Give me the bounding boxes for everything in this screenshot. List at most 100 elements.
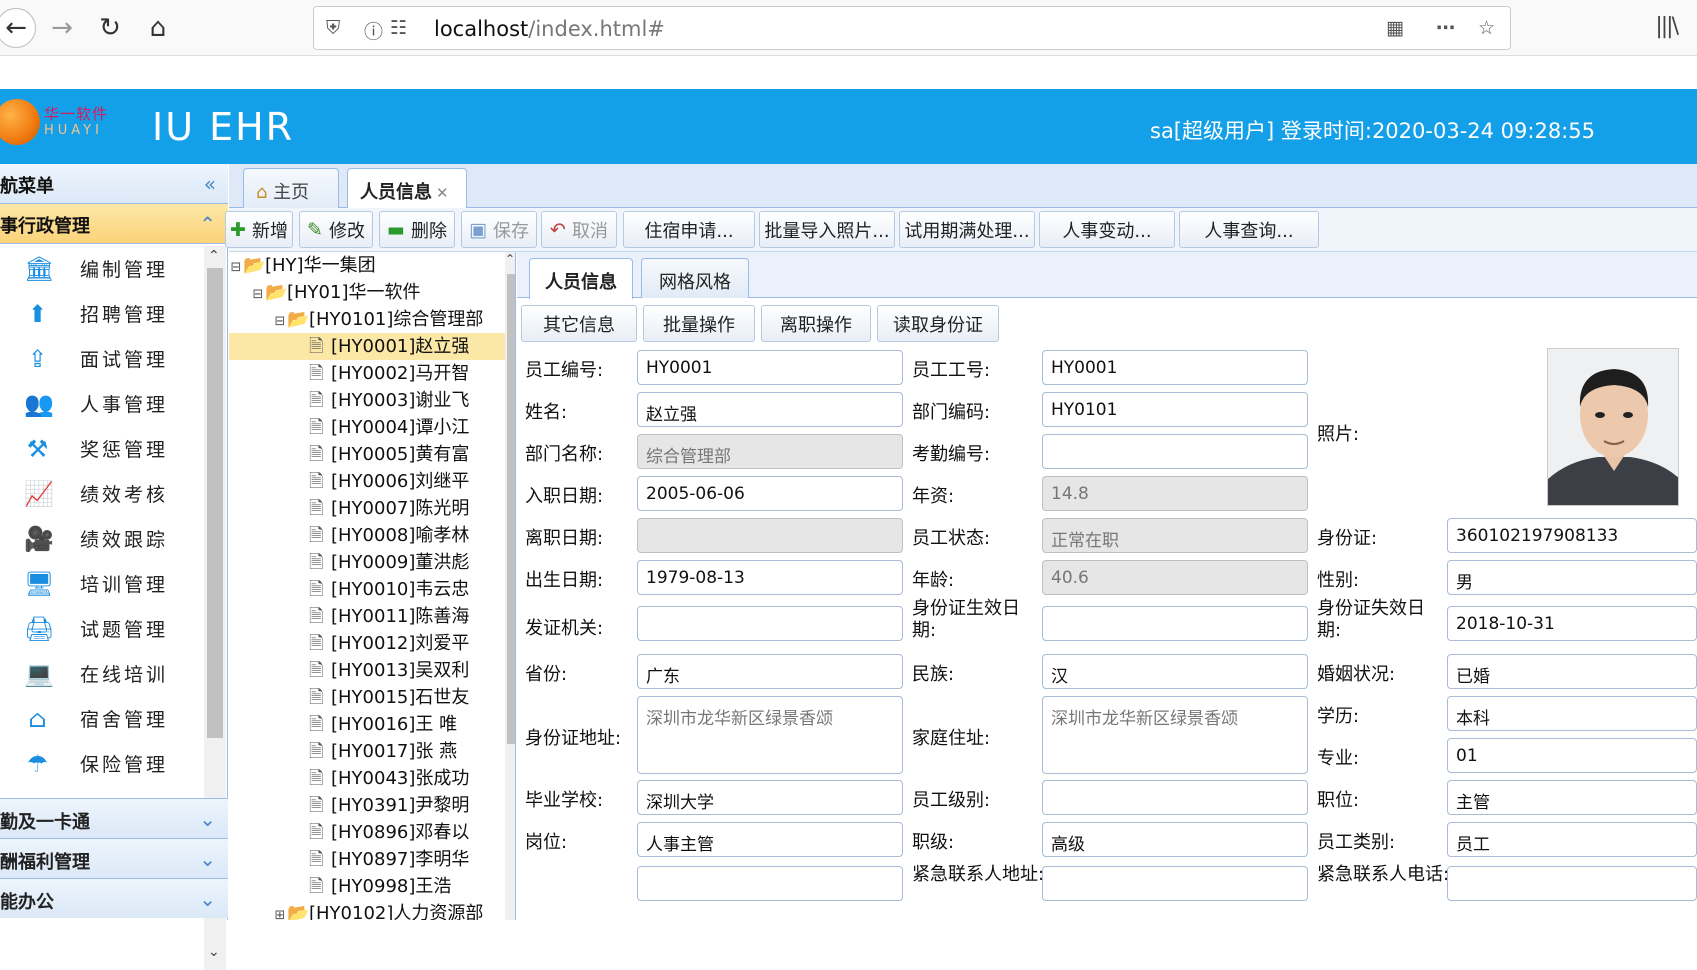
tree-folder-node[interactable]: ⊟📂[HY01]华一软件 [229, 279, 505, 306]
tree-employee-node[interactable]: 🗎 [HY0013]吴双利 [229, 657, 505, 684]
tree-employee-node[interactable]: 🗎 [HY0011]陈善海 [229, 603, 505, 630]
major-field[interactable]: 01 [1447, 738, 1697, 773]
birth-date-field[interactable]: 1979-08-13 [637, 560, 903, 595]
chevron-down-icon[interactable]: ⌄ [199, 847, 216, 871]
position-field[interactable]: 主管 [1447, 780, 1697, 815]
emergency-address-field[interactable] [1042, 866, 1308, 901]
employee-photo[interactable] [1547, 348, 1679, 506]
home-address-field[interactable]: 深圳市龙华新区绿景香颂 [1042, 696, 1308, 774]
sidebar-item[interactable]: 👥 人事管理 [0, 381, 204, 426]
nav-section-attendance[interactable]: 考勤及一卡通 ⌄ [0, 798, 228, 838]
personnel-change-button[interactable]: 人事变动... [1039, 211, 1175, 248]
emp-category-field[interactable]: 员工 [1447, 822, 1697, 857]
chevron-down-icon[interactable]: ⌄ [199, 887, 216, 911]
other-info-button[interactable]: 其它信息 [521, 305, 637, 342]
dept-code-field[interactable]: HY0101 [1042, 392, 1308, 427]
tree-employee-node[interactable]: 🗎 [HY0006]刘继平 [229, 468, 505, 495]
scroll-thumb[interactable] [507, 274, 515, 744]
edit-button[interactable]: ✎ 修改 [299, 211, 373, 248]
url-bar[interactable]: ⛨ ⓘ ☷ localhost/index.html# ▦ ⋯ ☆ [313, 6, 1511, 50]
chevron-up-icon[interactable]: ⌃ [199, 212, 216, 236]
forward-arrow-icon[interactable]: → [44, 10, 80, 46]
add-button[interactable]: ✚ 新增 [225, 211, 293, 248]
sidebar-item[interactable]: ☂ 保险管理 [0, 741, 204, 786]
tree-scrollbar[interactable]: ⌃ [505, 252, 515, 920]
nav-section-salary[interactable]: 薪酬福利管理 ⌄ [0, 838, 228, 878]
sidebar-item[interactable]: ⇪ 面试管理 [0, 336, 204, 381]
tree-employee-node[interactable]: 🗎 [HY0003]谢业飞 [229, 387, 505, 414]
sidebar-item[interactable]: ≡合同管理 [0, 786, 204, 799]
tree-employee-node[interactable]: 🗎 [HY0001]赵立强 [229, 333, 505, 360]
province-field[interactable]: 广东 [637, 654, 903, 689]
id-expire-field[interactable]: 2018-10-31 [1447, 606, 1697, 641]
tree-employee-node[interactable]: 🗎 [HY0010]韦云忠 [229, 576, 505, 603]
more-icon[interactable]: ⋯ [1436, 17, 1455, 39]
nav-section-office[interactable]: 智能办公 ⌄ [0, 878, 228, 918]
save-button[interactable]: ▣ 保存 [461, 211, 537, 248]
tree-employee-node[interactable]: 🗎 [HY0008]喻孝林 [229, 522, 505, 549]
star-icon[interactable]: ☆ [1478, 17, 1495, 39]
tab-person-info[interactable]: 人员信息 [529, 258, 633, 299]
tree-folder-node[interactable]: ⊞📂[HY0102]人力资源部 [229, 900, 505, 920]
expand-toggle-icon[interactable]: ⊟ [229, 254, 243, 281]
dorm-apply-button[interactable]: 住宿申请... [623, 211, 755, 248]
sidebar-item[interactable]: 💻 在线培训 [0, 651, 204, 696]
tree-folder-node[interactable]: ⊟📂[HY0101]综合管理部 [229, 306, 505, 333]
nav-section-header[interactable]: 人事行政管理 ⌃ [0, 204, 228, 244]
sidebar-item[interactable]: ⬆ 招聘管理 [0, 291, 204, 336]
scroll-up-icon[interactable]: ⌃ [208, 248, 220, 264]
education-field[interactable]: 本科 [1447, 696, 1697, 731]
info-icon[interactable]: ⓘ [364, 17, 383, 44]
import-photo-button[interactable]: 批量导入照片... [759, 211, 895, 248]
tree-employee-node[interactable]: 🗎 [HY0017]张 燕 [229, 738, 505, 765]
sidebar-item[interactable]: 📈 绩效考核 [0, 471, 204, 516]
school-field[interactable]: 深圳大学 [637, 780, 903, 815]
emp-level-field[interactable] [1042, 780, 1308, 815]
marital-field[interactable]: 已婚 [1447, 654, 1697, 689]
tree-employee-node[interactable]: 🗎 [HY0897]李明华 [229, 846, 505, 873]
name-field[interactable]: 赵立强 [637, 392, 903, 427]
scroll-thumb[interactable] [207, 268, 223, 738]
batch-operation-button[interactable]: 批量操作 [643, 305, 755, 342]
tree-employee-node[interactable]: 🗎 [HY0005]黄有富 [229, 441, 505, 468]
library-icon[interactable]: |||\ [1655, 14, 1679, 39]
id-valid-field[interactable] [1042, 606, 1308, 641]
qr-code-icon[interactable]: ▦ [1386, 17, 1404, 39]
scroll-down-icon[interactable]: ⌄ [208, 944, 220, 960]
tree-employee-node[interactable]: 🗎 [HY0015]石世友 [229, 684, 505, 711]
tree-employee-node[interactable]: 🗎 [HY0896]邓春以 [229, 819, 505, 846]
expand-toggle-icon[interactable]: ⊞ [273, 902, 287, 920]
id-card-field[interactable]: 360102197908133 [1447, 518, 1697, 553]
cancel-button[interactable]: ↶ 取消 [541, 211, 617, 248]
tab-home[interactable]: ⌂ 主页 [243, 168, 339, 208]
scroll-up-icon[interactable]: ⌃ [505, 252, 515, 266]
sidebar-item[interactable]: 🏛 编制管理 [0, 246, 204, 291]
tree-employee-node[interactable]: 🗎 [HY0012]刘爱平 [229, 630, 505, 657]
tree-folder-node[interactable]: ⊟📂[HY]华一集团 [229, 252, 505, 279]
permissions-icon[interactable]: ☷ [390, 17, 407, 39]
close-icon[interactable]: ✕ [436, 184, 449, 202]
sidebar-item[interactable]: ⌂ 宿舍管理 [0, 696, 204, 741]
expand-toggle-icon[interactable]: ⊟ [251, 281, 265, 308]
collapse-left-icon[interactable]: « [204, 172, 216, 196]
sidebar-item[interactable]: 🖨 试题管理 [0, 606, 204, 651]
id-address-field[interactable]: 深圳市龙华新区绿景香颂 [637, 696, 903, 774]
sidebar-item[interactable]: 🎥 绩效跟踪 [0, 516, 204, 561]
home-icon[interactable]: ⌂ [140, 10, 176, 46]
tree-employee-node[interactable]: 🗎 [HY0016]王 唯 [229, 711, 505, 738]
post-field[interactable]: 人事主管 [637, 822, 903, 857]
tree-employee-node[interactable]: 🗎 [HY0391]尹黎明 [229, 792, 505, 819]
tree-employee-node[interactable]: 🗎 [HY0009]董洪彪 [229, 549, 505, 576]
expand-toggle-icon[interactable]: ⊟ [273, 308, 287, 335]
gender-field[interactable]: 男 [1447, 560, 1697, 595]
tree-employee-node[interactable]: 🗎 [HY0007]陈光明 [229, 495, 505, 522]
tree-employee-node[interactable]: 🗎 [HY0002]马开智 [229, 360, 505, 387]
back-arrow-icon[interactable]: ← [0, 8, 36, 48]
tab-grid-style[interactable]: 网格风格 [641, 258, 749, 298]
resign-operation-button[interactable]: 离职操作 [761, 305, 871, 342]
row12-field[interactable] [637, 866, 903, 901]
url-text[interactable]: localhost/index.html# [434, 17, 665, 41]
tree-employee-node[interactable]: 🗎 [HY0043]张成功 [229, 765, 505, 792]
sidebar-item[interactable]: 🖥 培训管理 [0, 561, 204, 606]
sidebar-item[interactable]: ⚒ 奖惩管理 [0, 426, 204, 471]
